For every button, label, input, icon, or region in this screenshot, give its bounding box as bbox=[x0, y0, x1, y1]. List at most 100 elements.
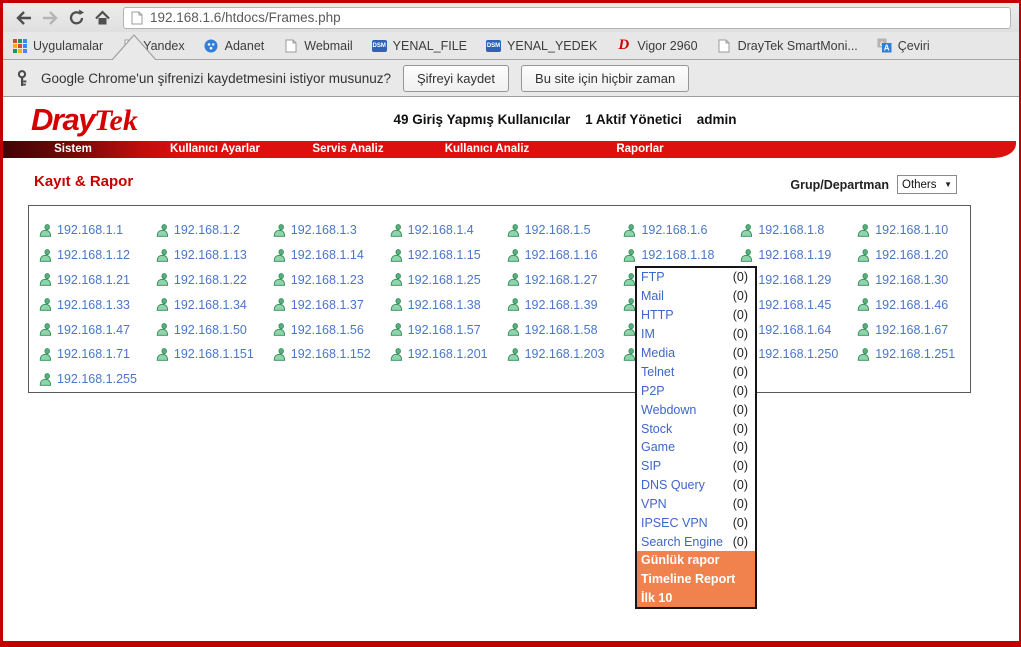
ip-link[interactable]: 192.168.1.13 bbox=[174, 248, 247, 262]
nav-item-sistem[interactable]: Sistem bbox=[54, 141, 92, 158]
ip-cell[interactable]: 192.168.1.38 bbox=[390, 292, 507, 317]
popup-item-telnet[interactable]: Telnet(0) bbox=[637, 362, 755, 381]
ip-link[interactable]: 192.168.1.19 bbox=[758, 248, 831, 262]
popup-footer-timeline-report[interactable]: Timeline Report bbox=[637, 570, 755, 589]
ip-link[interactable]: 192.168.1.25 bbox=[408, 273, 481, 287]
home-button[interactable] bbox=[89, 6, 115, 30]
nav-item-kullan-c-analiz[interactable]: Kullanıcı Analiz bbox=[445, 141, 530, 158]
ip-cell[interactable]: 192.168.1.34 bbox=[156, 292, 273, 317]
ip-cell[interactable]: 192.168.1.18 bbox=[623, 243, 740, 268]
ip-link[interactable]: 192.168.1.12 bbox=[57, 248, 130, 262]
popup-item-media[interactable]: Media(0) bbox=[637, 344, 755, 363]
popup-item-im[interactable]: IM(0) bbox=[637, 325, 755, 344]
nav-item-raporlar[interactable]: Raporlar bbox=[616, 141, 663, 158]
popup-item-mail[interactable]: Mail(0) bbox=[637, 287, 755, 306]
ip-link[interactable]: 192.168.1.255 bbox=[57, 372, 137, 386]
ip-link[interactable]: 192.168.1.23 bbox=[291, 273, 364, 287]
ip-cell[interactable]: 192.168.1.58 bbox=[507, 317, 624, 342]
ip-cell[interactable]: 192.168.1.16 bbox=[507, 243, 624, 268]
bookmark-yenal-yedek[interactable]: DSMYENAL_YEDEK bbox=[486, 38, 597, 53]
ip-cell[interactable]: 192.168.1.15 bbox=[390, 243, 507, 268]
bookmark-apps[interactable]: Uygulamalar bbox=[12, 38, 103, 53]
ip-link[interactable]: 192.168.1.37 bbox=[291, 298, 364, 312]
ip-cell[interactable]: 192.168.1.39 bbox=[507, 292, 624, 317]
ip-link[interactable]: 192.168.1.58 bbox=[525, 323, 598, 337]
bookmark-adanet[interactable]: Adanet bbox=[204, 38, 265, 53]
ip-cell[interactable]: 192.168.1.46 bbox=[857, 292, 974, 317]
ip-cell[interactable]: 192.168.1.6 bbox=[623, 218, 740, 243]
ip-link[interactable]: 192.168.1.152 bbox=[291, 347, 371, 361]
ip-link[interactable]: 192.168.1.10 bbox=[875, 223, 948, 237]
ip-link[interactable]: 192.168.1.71 bbox=[57, 347, 130, 361]
ip-link[interactable]: 192.168.1.14 bbox=[291, 248, 364, 262]
popup-item-stock[interactable]: Stock(0) bbox=[637, 419, 755, 438]
ip-link[interactable]: 192.168.1.3 bbox=[291, 223, 357, 237]
ip-link[interactable]: 192.168.1.29 bbox=[758, 273, 831, 287]
ip-cell[interactable]: 192.168.1.45 bbox=[740, 292, 857, 317]
ip-cell[interactable]: 192.168.1.4 bbox=[390, 218, 507, 243]
ip-cell[interactable]: 192.168.1.255 bbox=[39, 367, 156, 392]
popup-item-dns-query[interactable]: DNS Query(0) bbox=[637, 476, 755, 495]
popup-item-game[interactable]: Game(0) bbox=[637, 438, 755, 457]
ip-link[interactable]: 192.168.1.39 bbox=[525, 298, 598, 312]
ip-link[interactable]: 192.168.1.18 bbox=[641, 248, 714, 262]
popup-item-sip[interactable]: SIP(0) bbox=[637, 457, 755, 476]
ip-cell[interactable]: 192.168.1.21 bbox=[39, 268, 156, 293]
ip-link[interactable]: 192.168.1.46 bbox=[875, 298, 948, 312]
ip-link[interactable]: 192.168.1.6 bbox=[641, 223, 707, 237]
bookmark-ceviri[interactable]: aAÇeviri bbox=[877, 38, 930, 53]
ip-cell[interactable]: 192.168.1.152 bbox=[273, 342, 390, 367]
bookmark-draytek-smartmonitor[interactable]: DrayTek SmartMoni... bbox=[717, 38, 858, 53]
ip-cell[interactable]: 192.168.1.25 bbox=[390, 268, 507, 293]
bookmark-webmail[interactable]: Webmail bbox=[283, 38, 352, 53]
ip-cell[interactable]: 192.168.1.14 bbox=[273, 243, 390, 268]
ip-link[interactable]: 192.168.1.151 bbox=[174, 347, 254, 361]
ip-cell[interactable]: 192.168.1.1 bbox=[39, 218, 156, 243]
ip-cell[interactable]: 192.168.1.23 bbox=[273, 268, 390, 293]
bookmark-yenal-file[interactable]: DSMYENAL_FILE bbox=[372, 38, 467, 53]
ip-link[interactable]: 192.168.1.64 bbox=[758, 323, 831, 337]
address-bar[interactable]: 192.168.1.6/htdocs/Frames.php bbox=[123, 7, 1011, 29]
ip-cell[interactable]: 192.168.1.57 bbox=[390, 317, 507, 342]
popup-item-ftp[interactable]: FTP(0) bbox=[637, 268, 755, 287]
ip-link[interactable]: 192.168.1.50 bbox=[174, 323, 247, 337]
nav-item-servis-analiz[interactable]: Servis Analiz bbox=[312, 141, 383, 158]
ip-link[interactable]: 192.168.1.21 bbox=[57, 273, 130, 287]
ip-cell[interactable]: 192.168.1.12 bbox=[39, 243, 156, 268]
ip-link[interactable]: 192.168.1.8 bbox=[758, 223, 824, 237]
ip-link[interactable]: 192.168.1.30 bbox=[875, 273, 948, 287]
ip-link[interactable]: 192.168.1.34 bbox=[174, 298, 247, 312]
refresh-button[interactable] bbox=[63, 6, 89, 30]
ip-link[interactable]: 192.168.1.38 bbox=[408, 298, 481, 312]
ip-cell[interactable]: 192.168.1.22 bbox=[156, 268, 273, 293]
ip-link[interactable]: 192.168.1.203 bbox=[525, 347, 605, 361]
popup-item-search-engine[interactable]: Search Engine(0) bbox=[637, 532, 755, 551]
popup-footer-i-lk-10[interactable]: İlk 10 bbox=[637, 589, 755, 608]
ip-cell[interactable]: 192.168.1.201 bbox=[390, 342, 507, 367]
ip-link[interactable]: 192.168.1.33 bbox=[57, 298, 130, 312]
ip-link[interactable]: 192.168.1.22 bbox=[174, 273, 247, 287]
ip-cell[interactable]: 192.168.1.64 bbox=[740, 317, 857, 342]
ip-link[interactable]: 192.168.1.47 bbox=[57, 323, 130, 337]
ip-link[interactable]: 192.168.1.67 bbox=[875, 323, 948, 337]
ip-cell[interactable]: 192.168.1.56 bbox=[273, 317, 390, 342]
popup-item-p2p[interactable]: P2P(0) bbox=[637, 381, 755, 400]
ip-cell[interactable]: 192.168.1.10 bbox=[857, 218, 974, 243]
ip-link[interactable]: 192.168.1.250 bbox=[758, 347, 838, 361]
save-password-button[interactable]: Şifreyi kaydet bbox=[403, 65, 509, 92]
popup-item-http[interactable]: HTTP(0) bbox=[637, 306, 755, 325]
ip-cell[interactable]: 192.168.1.2 bbox=[156, 218, 273, 243]
ip-link[interactable]: 192.168.1.45 bbox=[758, 298, 831, 312]
ip-link[interactable]: 192.168.1.1 bbox=[57, 223, 123, 237]
ip-cell[interactable]: 192.168.1.13 bbox=[156, 243, 273, 268]
ip-cell[interactable]: 192.168.1.27 bbox=[507, 268, 624, 293]
ip-link[interactable]: 192.168.1.2 bbox=[174, 223, 240, 237]
ip-link[interactable]: 192.168.1.27 bbox=[525, 273, 598, 287]
ip-link[interactable]: 192.168.1.4 bbox=[408, 223, 474, 237]
back-button[interactable] bbox=[11, 6, 37, 30]
ip-cell[interactable]: 192.168.1.50 bbox=[156, 317, 273, 342]
popup-item-vpn[interactable]: VPN(0) bbox=[637, 495, 755, 514]
ip-cell[interactable]: 192.168.1.5 bbox=[507, 218, 624, 243]
ip-link[interactable]: 192.168.1.201 bbox=[408, 347, 488, 361]
ip-cell[interactable]: 192.168.1.67 bbox=[857, 317, 974, 342]
